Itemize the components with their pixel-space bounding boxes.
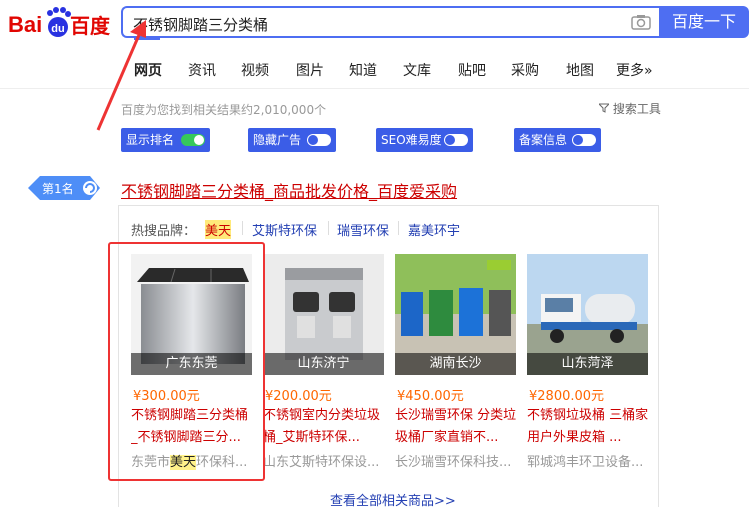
product-seller: 长沙瑞雪环保科技... [395,455,512,470]
brand-link[interactable]: 艾斯特环保 [252,220,317,239]
paw-icon: du [47,7,71,37]
result-title-link[interactable]: 不锈钢脚踏三分类桶_商品批发价格_百度爱采购 [121,178,457,202]
product-image[interactable]: 山东济宁 [263,254,384,375]
tab-tieba[interactable]: 贴吧 [458,60,486,80]
tab-map[interactable]: 地图 [566,60,594,80]
tab-wenku[interactable]: 文库 [403,60,431,80]
tab-news[interactable]: 资讯 [188,60,216,80]
product-price: ¥450.00元 [397,389,464,404]
hot-brands-label: 热搜品牌： [131,224,197,239]
product-desc-link[interactable]: 不锈钢垃圾桶 三桶家 用户外果皮箱 ... [527,405,653,449]
tab-zhidao[interactable]: 知道 [349,60,377,80]
product-seller: 山东艾斯特环保设... [263,455,380,470]
product-image[interactable]: 湖南长沙 [395,254,516,375]
tab-images[interactable]: 图片 [296,60,324,80]
search-tools-label: 搜索工具 [612,102,661,116]
product-seller: 郓城鸿丰环卫设备... [527,455,644,470]
product-location: 山东菏泽 [527,353,648,375]
filter-icon [597,103,611,113]
rank-label: 第1名 [42,182,74,196]
highlight-box [108,242,265,481]
switch-icon[interactable] [572,134,596,146]
svg-text:du: du [51,23,64,35]
red-arrow-icon [96,20,146,131]
brand-link[interactable]: 瑞雪环保 [337,220,389,239]
view-all-products-link[interactable]: 查看全部相关商品>> [330,490,456,509]
product-price: ¥200.00元 [265,389,332,404]
camera-icon[interactable] [631,14,651,30]
product-image[interactable]: 山东菏泽 [527,254,648,375]
brand-link[interactable]: 嘉美环宇 [408,220,460,239]
brand-link[interactable]: 美天 [205,220,232,239]
product-desc-link[interactable]: 不锈钢室内分类垃圾 桶_艾斯特环保... [263,405,389,449]
tab-caigou[interactable]: 采购 [511,60,539,80]
switch-icon[interactable] [444,134,468,146]
product-desc-link[interactable]: 长沙瑞雪环保 分类垃 圾桶厂家直销不... [395,405,521,449]
product-location: 山东济宁 [263,353,384,375]
product-location: 湖南长沙 [395,353,516,375]
toggle-seo-difficulty[interactable]: SEO难易度 [376,128,473,152]
divider [328,221,329,235]
search-tools-button[interactable]: 搜索工具 [597,100,661,117]
divider [242,221,243,235]
switch-icon[interactable] [181,134,205,146]
toggle-hide-ads[interactable]: 隐藏广告 [248,128,336,152]
product-price: ¥2800.00元 [529,389,605,404]
svg-text:Bai: Bai [8,12,42,37]
search-input[interactable]: 不锈钢脚踏三分类桶 [121,6,659,38]
search-button[interactable]: 百度一下 [659,6,749,38]
divider [398,221,399,235]
switch-icon[interactable] [307,134,331,146]
tab-video[interactable]: 视频 [241,60,269,80]
toggle-icp-info[interactable]: 备案信息 [514,128,601,152]
tab-more[interactable]: 更多» [616,60,653,80]
